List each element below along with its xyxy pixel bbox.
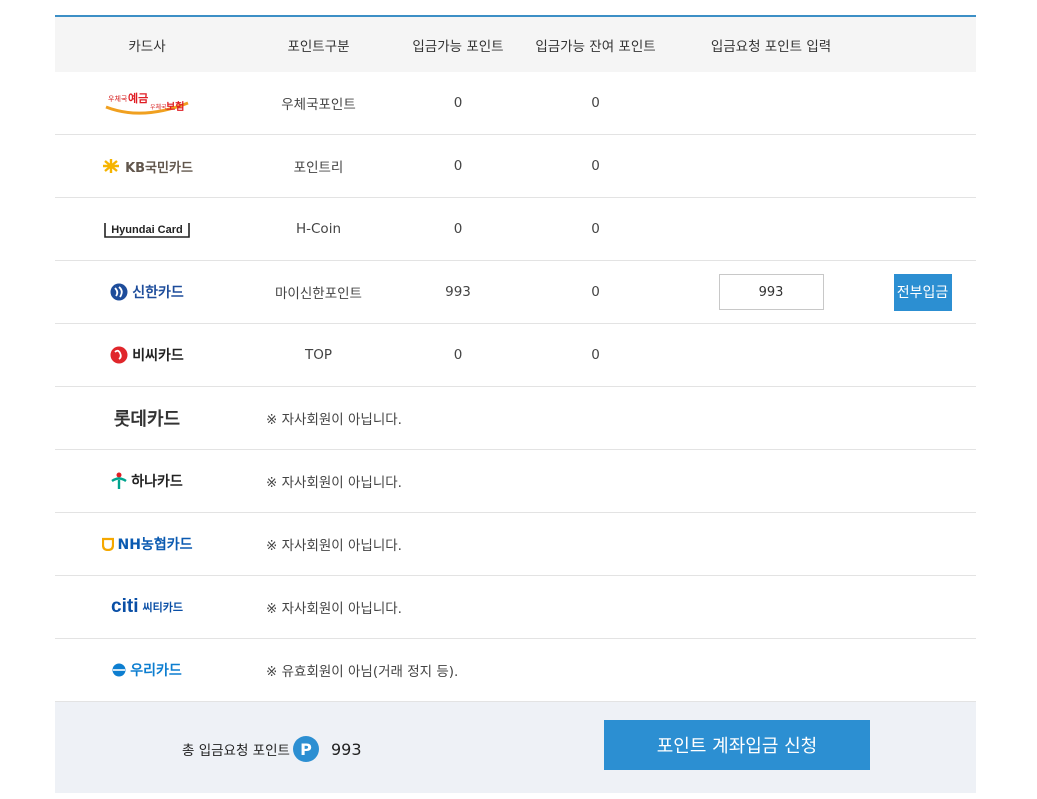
point-type: 포인트리 xyxy=(293,160,344,176)
table-row: KB국민카드 포인트리 0 0 xyxy=(55,135,976,198)
summary-bar: 총 입금요청 포인트 P 993 포인트 계좌입금 신청 xyxy=(55,702,976,793)
svg-text:예금: 예금 xyxy=(128,91,148,105)
header-available-points: 입금가능 포인트 xyxy=(412,38,504,55)
remaining-points: 0 xyxy=(591,158,600,174)
woori-logo-text: 우리카드 xyxy=(130,663,182,679)
header-remaining-points: 입금가능 잔여 포인트 xyxy=(535,38,656,55)
svg-text:Hyundai Card: Hyundai Card xyxy=(111,224,183,236)
hana-logo-icon xyxy=(111,472,127,489)
invalid-member-notice: ※ 유효회원이 아님(거래 정지 등). xyxy=(266,664,459,680)
card-logo-citi: citi 씨티카드 xyxy=(55,596,239,618)
hyundai-card-logo-icon: Hyundai Card xyxy=(104,223,190,238)
table-row: 우리카드 ※ 유효회원이 아님(거래 정지 등). xyxy=(55,639,976,702)
not-member-notice: ※ 자사회원이 아닙니다. xyxy=(266,412,402,428)
remaining-points: 0 xyxy=(591,284,600,300)
table-row: citi 씨티카드 ※ 자사회원이 아닙니다. xyxy=(55,576,976,639)
svg-text:우체국: 우체국 xyxy=(150,103,167,111)
submit-deposit-button[interactable]: 포인트 계좌입금 신청 xyxy=(604,720,870,770)
lotte-logo-text: 롯데카드 xyxy=(113,409,181,430)
point-type: 마이신한포인트 xyxy=(275,286,362,302)
table-row: NH농협카드 ※ 자사회원이 아닙니다. xyxy=(55,513,976,576)
not-member-notice: ※ 자사회원이 아닙니다. xyxy=(266,601,402,617)
header-point-type: 포인트구분 xyxy=(287,38,350,55)
card-logo-hyundai: Hyundai Card xyxy=(55,219,239,239)
citi-logo-icon: citi xyxy=(111,596,139,617)
bc-logo-text: 비씨카드 xyxy=(132,348,184,364)
available-points: 993 xyxy=(445,284,471,300)
card-logo-hana: 하나카드 xyxy=(55,471,239,491)
svg-text:우체국: 우체국 xyxy=(108,95,128,103)
remaining-points: 0 xyxy=(591,221,600,237)
table-row: Hyundai Card H-Coin 0 0 xyxy=(55,198,976,261)
nh-logo-text: NH농협카드 xyxy=(117,537,193,553)
table-row: 신한카드 마이신한포인트 993 0 전부입금 xyxy=(55,261,976,324)
total-value: 993 xyxy=(330,739,362,759)
card-logo-bc: 비씨카드 xyxy=(55,345,239,365)
card-logo-kb: KB국민카드 xyxy=(55,157,239,176)
kb-logo-text: KB국민카드 xyxy=(125,160,193,176)
point-type: TOP xyxy=(304,347,332,363)
card-logo-post-office: 우체국 예금 우체국 보험 xyxy=(55,89,239,117)
point-p-icon: P xyxy=(292,736,319,762)
shinhan-logo-text: 신한카드 xyxy=(132,285,184,301)
shinhan-logo-icon xyxy=(110,283,128,301)
remaining-points: 0 xyxy=(591,95,600,111)
available-points: 0 xyxy=(453,347,463,363)
hana-logo-text: 하나카드 xyxy=(131,474,183,490)
kb-star-icon xyxy=(103,159,120,173)
svg-text:보험: 보험 xyxy=(166,100,184,113)
available-points: 0 xyxy=(453,221,463,237)
nh-logo-icon xyxy=(101,537,114,551)
point-transfer-table: 카드사 포인트구분 입금가능 포인트 입금가능 잔여 포인트 입금요청 포인트 … xyxy=(55,15,976,793)
card-logo-nh: NH농협카드 xyxy=(55,534,239,554)
remaining-points: 0 xyxy=(591,347,600,363)
card-logo-lotte: 롯데카드 xyxy=(55,405,239,431)
request-points-input[interactable] xyxy=(718,274,824,310)
citi-logo-text: 씨티카드 xyxy=(142,601,183,614)
woori-logo-icon xyxy=(112,663,126,677)
post-office-logo-icon: 우체국 예금 우체국 보험 xyxy=(105,91,189,115)
deposit-all-button[interactable]: 전부입금 xyxy=(893,273,952,311)
point-type: H-Coin xyxy=(295,221,341,237)
card-logo-woori: 우리카드 xyxy=(55,660,239,680)
available-points: 0 xyxy=(453,158,463,174)
bc-logo-icon xyxy=(110,346,128,364)
table-row: 하나카드 ※ 자사회원이 아닙니다. xyxy=(55,450,976,513)
card-logo-shinhan: 신한카드 xyxy=(55,282,239,302)
point-type: 우체국포인트 xyxy=(281,97,356,113)
table-row: 비씨카드 TOP 0 0 xyxy=(55,324,976,387)
available-points: 0 xyxy=(453,95,463,111)
table-row: 우체국 예금 우체국 보험 우체국포인트 0 0 xyxy=(55,72,976,135)
header-request-input: 입금요청 포인트 입력 xyxy=(710,38,832,55)
table-row: 롯데카드 ※ 자사회원이 아닙니다. xyxy=(55,387,976,450)
not-member-notice: ※ 자사회원이 아닙니다. xyxy=(266,475,402,491)
total-request-points: 총 입금요청 포인트 P 993 xyxy=(182,736,362,762)
header-card-company: 카드사 xyxy=(128,38,166,55)
not-member-notice: ※ 자사회원이 아닙니다. xyxy=(266,538,402,554)
total-label: 총 입금요청 포인트 xyxy=(182,743,290,759)
table-header: 카드사 포인트구분 입금가능 포인트 입금가능 잔여 포인트 입금요청 포인트 … xyxy=(55,17,976,72)
